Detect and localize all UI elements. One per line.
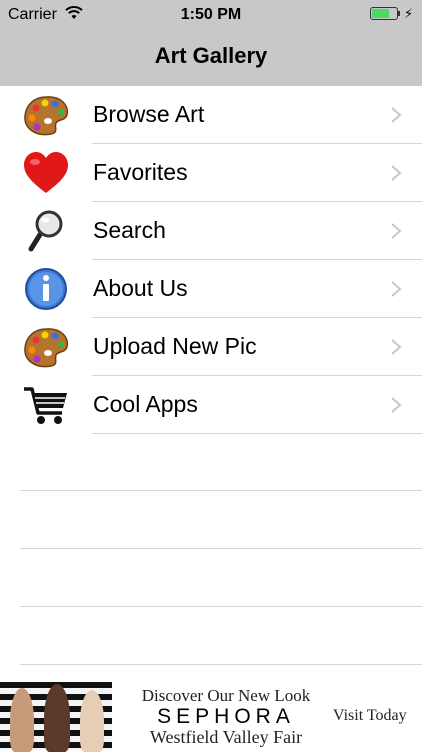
chevron-right-icon <box>391 397 402 413</box>
chevron-right-icon <box>391 223 402 239</box>
menu-item-label: Favorites <box>93 159 188 185</box>
battery-icon <box>370 7 398 20</box>
menu-item-favorites[interactable]: Favorites <box>0 144 422 202</box>
palette-icon <box>24 96 69 136</box>
row-separator <box>20 664 422 665</box>
menu-item-label: Browse Art <box>93 101 205 127</box>
palette-icon <box>24 328 69 368</box>
row-separator <box>92 433 422 434</box>
chevron-right-icon <box>391 339 402 355</box>
charging-bolt-icon: ⚡ <box>404 6 414 21</box>
menu-list: Browse Art Favorites Search About Us Upl… <box>0 86 422 434</box>
ad-banner[interactable]: Discover Our New Look SEPHORA Westfield … <box>0 680 422 752</box>
ad-model-figure <box>10 688 34 752</box>
battery-tip <box>398 11 400 16</box>
row-separator <box>20 606 422 607</box>
menu-item-search[interactable]: Search <box>0 202 422 260</box>
chevron-right-icon <box>391 165 402 181</box>
info-icon <box>25 268 67 310</box>
magnifier-icon <box>28 210 63 252</box>
status-bar: Carrier 1:50 PM ⚡ <box>0 0 422 30</box>
battery-level <box>372 9 389 18</box>
page-title: Art Gallery <box>154 43 268 68</box>
menu-item-label: Upload New Pic <box>93 333 257 359</box>
ad-model-figure <box>44 684 70 752</box>
clock: 1:50 PM <box>180 6 242 23</box>
chevron-right-icon <box>391 281 402 297</box>
ad-model-figure <box>80 690 104 752</box>
ad-location: Westfield Valley Fair <box>149 727 303 747</box>
navigation-bar: Art Gallery <box>0 30 422 86</box>
ad-photo <box>0 682 112 752</box>
menu-item-cool-apps[interactable]: Cool Apps <box>0 376 422 434</box>
row-separator <box>20 490 422 491</box>
menu-item-browse-art[interactable]: Browse Art <box>0 86 422 144</box>
menu-item-label: Cool Apps <box>93 391 198 417</box>
menu-item-label: About Us <box>93 275 188 301</box>
menu-item-upload-new-pic[interactable]: Upload New Pic <box>0 318 422 376</box>
chevron-right-icon <box>391 107 402 123</box>
ad-headline: Discover Our New Look <box>141 686 311 705</box>
shopping-cart-icon <box>24 387 67 424</box>
row-separator <box>20 548 422 549</box>
heart-icon <box>24 152 68 193</box>
ad-brand: SEPHORA <box>157 705 295 728</box>
menu-item-about-us[interactable]: About Us <box>0 260 422 318</box>
menu-item-label: Search <box>93 217 166 243</box>
ad-cta[interactable]: Visit Today <box>333 707 407 725</box>
